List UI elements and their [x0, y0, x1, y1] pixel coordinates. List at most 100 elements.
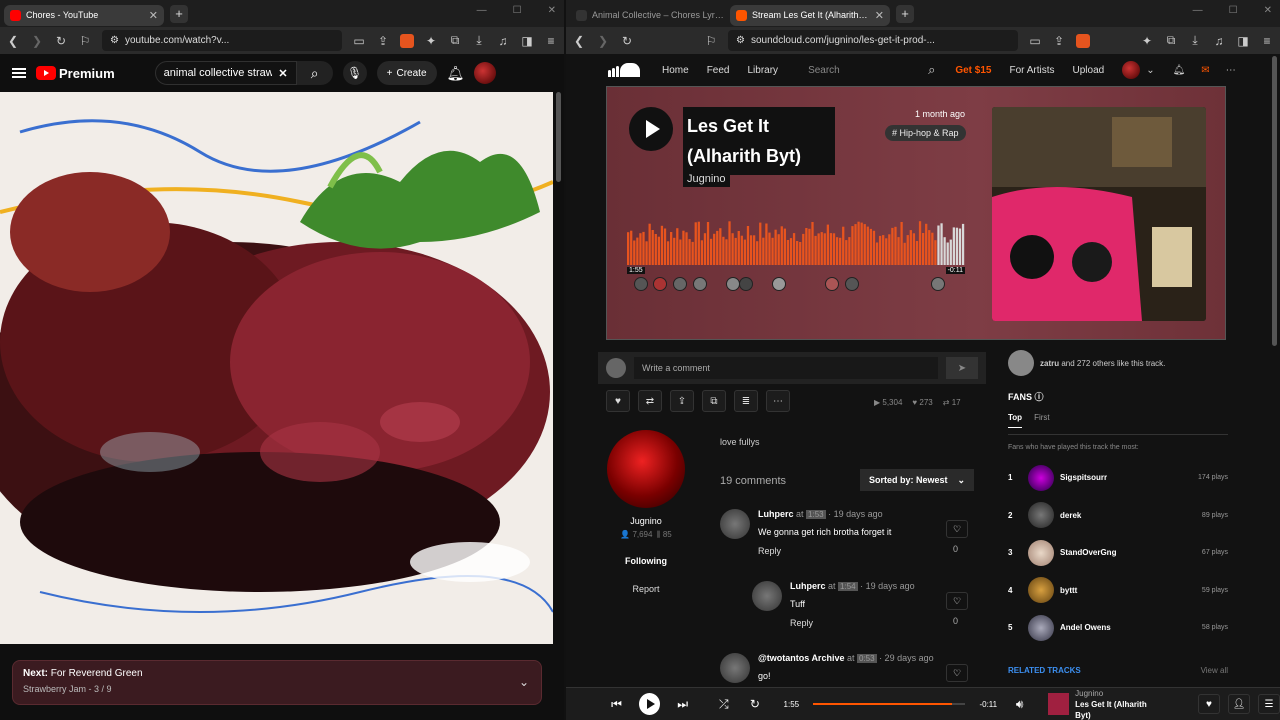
back-icon[interactable]: ❮	[6, 34, 20, 48]
close-tab-icon[interactable]: ✕	[149, 9, 158, 22]
chevron-down-icon[interactable]: ⌄	[1146, 65, 1154, 76]
shuffle-icon[interactable]: ⤮	[715, 697, 732, 712]
clear-search-icon[interactable]: ✕	[278, 67, 287, 80]
copy-link-button[interactable]: ⧉	[702, 390, 726, 412]
youtube-logo[interactable]: Premium	[36, 66, 115, 81]
brave-shield-icon[interactable]	[400, 33, 414, 48]
more-options-icon[interactable]: ⋯	[1226, 65, 1236, 76]
nav-library[interactable]: Library	[747, 65, 778, 76]
maximize-icon[interactable]: ☐	[1229, 5, 1238, 16]
reload-icon[interactable]: ↻	[54, 34, 68, 48]
fan-row[interactable]: 2 derek 89 plays	[1008, 497, 1228, 535]
queue-button[interactable]: ☰	[1258, 694, 1280, 714]
nav-for-artists[interactable]: For Artists	[1009, 65, 1054, 76]
track-artist[interactable]: Jugnino	[683, 171, 730, 187]
repost-button[interactable]: ⇄	[638, 390, 662, 412]
like-button[interactable]: ♥	[606, 390, 630, 412]
tab-youtube[interactable]: Chores - YouTube ✕	[4, 4, 164, 26]
puzzle-icon[interactable]: ⧉	[1164, 33, 1178, 48]
back-icon[interactable]: ❮	[572, 34, 586, 48]
avatar[interactable]	[1008, 350, 1034, 376]
maximize-icon[interactable]: ☐	[513, 5, 522, 16]
comment-timestamp[interactable]: 1:54	[838, 582, 858, 591]
bookmark-icon[interactable]: ⚐	[704, 34, 718, 48]
sidebar-icon[interactable]: ◨	[520, 34, 534, 48]
waveform-comment-avatar[interactable]	[844, 277, 859, 291]
messages-icon[interactable]: ✉	[1201, 65, 1209, 76]
album-art-video[interactable]	[0, 92, 553, 644]
play-button[interactable]	[639, 693, 661, 715]
comment-timestamp[interactable]: 1:53	[806, 510, 826, 519]
uploader-avatar[interactable]	[607, 430, 685, 508]
add-to-playlist-button[interactable]: ≣	[734, 390, 758, 412]
waveform-comment-avatar[interactable]	[739, 277, 754, 291]
waveform[interactable]: 1:55 -0:11	[627, 219, 965, 299]
forward-icon[interactable]: ❯	[30, 34, 44, 48]
page-scrollbar[interactable]	[1272, 56, 1277, 346]
extension-icon[interactable]: ✦	[1140, 34, 1154, 48]
follow-user-button[interactable]: 👤︎	[1228, 694, 1250, 714]
site-info-icon[interactable]: ⚙	[110, 35, 119, 46]
search-icon[interactable]: ⌕	[928, 62, 935, 78]
previous-track-icon[interactable]: ⏮	[608, 697, 625, 712]
close-window-icon[interactable]: ✕	[548, 5, 556, 16]
waveform-comment-avatar[interactable]	[653, 277, 668, 291]
view-all-link[interactable]: View all	[1201, 666, 1228, 675]
comment-input[interactable]: Write a comment	[634, 357, 938, 379]
fan-row[interactable]: 1 Sigspitsourr 174 plays	[1008, 459, 1228, 497]
forward-icon[interactable]: ❯	[596, 34, 610, 48]
up-next-panel[interactable]: Next: For Reverend Green Strawberry Jam …	[12, 660, 542, 705]
uploader-name[interactable]: Jugnino	[606, 516, 686, 526]
play-button[interactable]	[629, 107, 673, 151]
page-scrollbar[interactable]	[556, 92, 561, 182]
nav-upload[interactable]: Upload	[1073, 65, 1105, 76]
comment-like-button[interactable]: ♡	[946, 592, 968, 610]
voice-search-button[interactable]: 🎙︎	[342, 61, 367, 85]
send-comment-button[interactable]: ➤	[946, 357, 978, 379]
search-input[interactable]: animal collective strawb ✕	[154, 61, 297, 85]
share-icon[interactable]: ⇪	[1052, 34, 1066, 48]
new-tab-button[interactable]: +	[896, 4, 914, 23]
url-field[interactable]: ⚙ youtube.com/watch?v...	[102, 30, 342, 51]
comment-avatar[interactable]	[720, 509, 750, 539]
fan-row[interactable]: 4 byttt 59 plays	[1008, 572, 1228, 610]
comment-timestamp[interactable]: 0:53	[856, 654, 877, 663]
music-icon[interactable]: ♫	[1212, 34, 1226, 48]
site-info-icon[interactable]: ⚙	[736, 35, 745, 46]
waveform-comment-avatar[interactable]	[633, 277, 648, 291]
cast-icon[interactable]: ▭	[1028, 34, 1042, 48]
menu-icon[interactable]: ≡	[1260, 34, 1274, 48]
nav-feed[interactable]: Feed	[707, 65, 730, 76]
now-playing[interactable]: Jugnino Les Get It (Alharith Byt)	[1048, 688, 1160, 720]
extension-icon[interactable]: ✦	[424, 34, 438, 48]
next-track-icon[interactable]: ⏭	[674, 697, 691, 712]
puzzle-icon[interactable]: ⧉	[448, 33, 462, 48]
create-button[interactable]: + Create	[376, 61, 437, 85]
menu-icon[interactable]: ≡	[544, 34, 558, 48]
cast-icon[interactable]: ▭	[352, 34, 366, 48]
waveform-comment-avatar[interactable]	[726, 277, 740, 291]
get-offer-link[interactable]: Get $15	[955, 65, 991, 76]
sort-comments-dropdown[interactable]: Sorted by: Newest ⌄	[860, 469, 974, 491]
avatar[interactable]	[474, 62, 497, 84]
comment-avatar[interactable]	[720, 653, 750, 683]
share-icon[interactable]: ⇪	[376, 34, 390, 48]
fan-row[interactable]: 5 Andel Owens 58 plays	[1008, 609, 1228, 647]
comment-like-button[interactable]: ♡	[946, 520, 968, 538]
waveform-comment-avatar[interactable]	[825, 277, 839, 291]
genre-tag[interactable]: # Hip-hop & Rap	[885, 125, 966, 141]
waveform-comment-avatar[interactable]	[772, 277, 787, 291]
waveform-comment-avatar[interactable]	[673, 277, 688, 291]
waveform-comment-avatar[interactable]	[693, 277, 707, 291]
comment-like-button[interactable]: ♡	[946, 664, 968, 682]
download-icon[interactable]: ⤓	[1188, 33, 1202, 48]
volume-icon[interactable]: 🔊︎	[1011, 697, 1028, 712]
avatar[interactable]	[1122, 61, 1141, 79]
fan-row[interactable]: 3 StandOverGng 67 plays	[1008, 534, 1228, 572]
bookmark-icon[interactable]: ⚐	[78, 34, 92, 48]
comment-avatar[interactable]	[752, 581, 782, 611]
report-button[interactable]: Report	[606, 584, 686, 594]
minimize-icon[interactable]: —	[1193, 5, 1203, 16]
like-button[interactable]: ♥	[1198, 694, 1220, 714]
repeat-icon[interactable]: ↻	[746, 697, 763, 711]
